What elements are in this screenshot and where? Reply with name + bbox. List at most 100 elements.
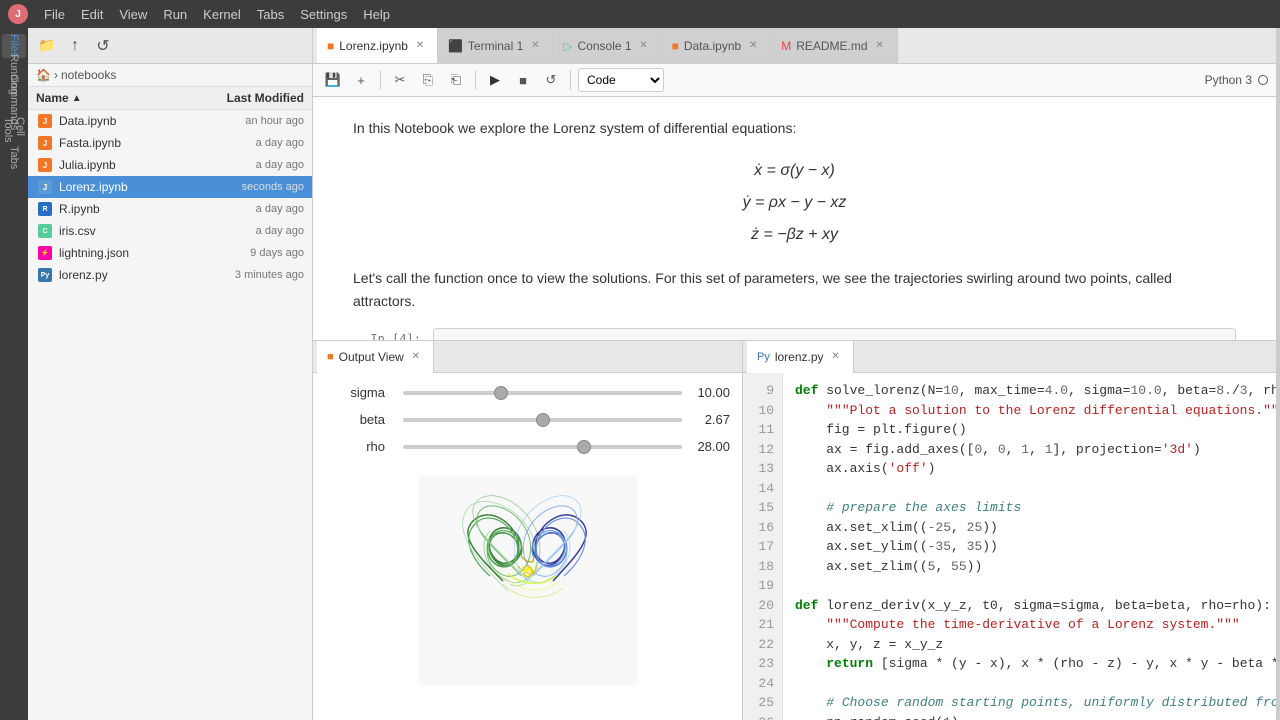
tab-output-view[interactable]: ■ Output View ✕ (317, 341, 434, 373)
file-name: lorenz.py (59, 268, 194, 282)
tab-close-console[interactable]: ✕ (637, 39, 651, 53)
file-modified: a day ago (194, 159, 304, 171)
menu-file[interactable]: File (36, 5, 73, 24)
tab-label: Console 1 (578, 39, 632, 53)
line-num-26: 26 (743, 713, 782, 720)
line-num-15: 15 (743, 498, 782, 518)
rho-value: 28.00 (690, 439, 730, 454)
output-tab-bar: ■ Output View ✕ (313, 341, 742, 373)
math-equations: ẋ = σ(y − x) ẏ = ρx − y − xz ż = −βz + x… (353, 155, 1236, 251)
code-line-23: return [sigma * (y - x), x * (rho - z) -… (795, 654, 1264, 674)
sigma-slider-row: sigma 10.00 (325, 385, 730, 400)
file-item-data-ipynb[interactable]: J Data.ipynb an hour ago (28, 110, 312, 132)
line-num-25: 25 (743, 693, 782, 713)
file-item-julia-ipynb[interactable]: J Julia.ipynb a day ago (28, 154, 312, 176)
cell-code[interactable]: from lorenz import solve_lorenz t, x_t =… (434, 329, 1235, 340)
breadcrumb-folder[interactable]: notebooks (61, 68, 116, 82)
sort-name-button[interactable]: Name ▲ (36, 91, 184, 105)
line-num-14: 14 (743, 479, 782, 499)
refresh-button[interactable]: ↺ (92, 35, 114, 57)
tab-close-lorenz[interactable]: ✕ (413, 39, 427, 53)
cell-type-select[interactable]: Code Markdown Raw (578, 68, 664, 92)
file-item-lightning-json[interactable]: ⚡ lightning.json 9 days ago (28, 242, 312, 264)
line-num-16: 16 (743, 518, 782, 538)
file-name: Julia.ipynb (59, 158, 194, 172)
home-icon[interactable]: 🏠 (36, 68, 51, 82)
code-line-12: ax = fig.add_axes([0, 0, 1, 1], projecti… (795, 440, 1264, 460)
code-editor-lines[interactable]: def solve_lorenz(N=10, max_time=4.0, sig… (783, 373, 1276, 720)
lorenz-svg (418, 476, 638, 686)
tab-lorenz-py[interactable]: Py lorenz.py ✕ (747, 341, 854, 373)
tab-close-readme[interactable]: ✕ (873, 39, 887, 53)
beta-thumb[interactable] (536, 413, 550, 427)
line-num-20: 20 (743, 596, 782, 616)
sidebar-item-tabs[interactable]: Tabs (2, 146, 26, 170)
save-button[interactable]: 💾 (321, 68, 345, 92)
menu-settings[interactable]: Settings (292, 5, 355, 24)
rho-thumb[interactable] (577, 440, 591, 454)
tab-console[interactable]: ▷ Console 1 ✕ (553, 28, 661, 64)
menu-kernel[interactable]: Kernel (195, 5, 249, 24)
file-item-lorenz-ipynb[interactable]: J Lorenz.ipynb seconds ago (28, 176, 312, 198)
tab-close-data[interactable]: ✕ (746, 39, 760, 53)
content-area: ■ Lorenz.ipynb ✕ ⬛ Terminal 1 ✕ ▷ Consol… (313, 28, 1276, 720)
sidebar-item-commands[interactable]: Commands (2, 90, 26, 114)
editor-content: 9 10 11 12 13 14 15 16 17 18 19 20 (743, 373, 1276, 720)
toolbar-separator-2 (475, 70, 476, 90)
tab-bar: ■ Lorenz.ipynb ✕ ⬛ Terminal 1 ✕ ▷ Consol… (313, 28, 1276, 64)
output-panel-content: sigma 10.00 beta 2.67 (313, 373, 742, 720)
notebook-scroll-area[interactable]: In this Notebook we explore the Lorenz s… (313, 97, 1276, 340)
code-line-13: ax.axis('off') (795, 459, 1264, 479)
line-num-9: 9 (743, 381, 782, 401)
app-icon: J (8, 4, 28, 24)
code-line-14 (795, 479, 1264, 499)
intro-text: In this Notebook we explore the Lorenz s… (353, 117, 1236, 139)
sigma-thumb[interactable] (494, 386, 508, 400)
toolbar-separator (380, 70, 381, 90)
file-modified: an hour ago (194, 115, 304, 127)
stop-button[interactable]: ■ (511, 68, 535, 92)
tab-readme-md[interactable]: M README.md ✕ (771, 28, 897, 64)
notebook-content: In this Notebook we explore the Lorenz s… (313, 97, 1276, 340)
file-item-lorenz-py[interactable]: Py lorenz.py 3 minutes ago (28, 264, 312, 286)
menu-edit[interactable]: Edit (73, 5, 111, 24)
upload-button[interactable]: ↑ (64, 35, 86, 57)
file-icon-py: Py (36, 267, 54, 283)
code-line-20: def lorenz_deriv(x_y_z, t0, sigma=sigma,… (795, 596, 1264, 616)
cut-button[interactable]: ✂ (388, 68, 412, 92)
menu-tabs[interactable]: Tabs (249, 5, 292, 24)
tab-close-terminal[interactable]: ✕ (528, 39, 542, 53)
file-browser: 📁 ↑ ↺ 🏠 › notebooks Name ▲ Last Modified… (28, 28, 313, 720)
menu-view[interactable]: View (111, 5, 155, 24)
menu-help[interactable]: Help (355, 5, 398, 24)
sidebar-item-celltools[interactable]: Cell Tools (2, 118, 26, 142)
tab-data-ipynb[interactable]: ■ Data.ipynb ✕ (662, 28, 772, 64)
code-line-10: """Plot a solution to the Lorenz differe… (795, 401, 1264, 421)
cell-input[interactable]: from lorenz import solve_lorenz t, x_t =… (433, 328, 1236, 340)
kernel-indicator (1258, 75, 1268, 85)
menu-run[interactable]: Run (155, 5, 195, 24)
sigma-value: 10.00 (690, 385, 730, 400)
file-item-fasta-ipynb[interactable]: J Fasta.ipynb a day ago (28, 132, 312, 154)
column-header-modified: Last Modified (184, 91, 304, 105)
run-button[interactable]: ▶ (483, 68, 507, 92)
restart-button[interactable]: ↺ (539, 68, 563, 92)
code-tab-close[interactable]: ✕ (829, 350, 843, 364)
tab-lorenz-ipynb[interactable]: ■ Lorenz.ipynb ✕ (317, 28, 438, 64)
math-eq-2: ẏ = ρx − y − xz (353, 187, 1236, 219)
tab-terminal[interactable]: ⬛ Terminal 1 ✕ (438, 28, 553, 64)
left-sidebar: Files Running Commands Cell Tools Tabs (0, 28, 28, 720)
code-line-21: """Compute the time-derivative of a Lore… (795, 615, 1264, 635)
beta-track (403, 418, 682, 422)
paste-button[interactable]: ⎗ (444, 68, 468, 92)
file-modified: 3 minutes ago (194, 269, 304, 281)
file-item-r-ipynb[interactable]: R R.ipynb a day ago (28, 198, 312, 220)
copy-button[interactable]: ⎘ (416, 68, 440, 92)
new-folder-button[interactable]: 📁 (36, 35, 58, 57)
file-icon-ipynb: R (36, 201, 54, 217)
file-name: R.ipynb (59, 202, 194, 216)
file-icon-ipynb: J (36, 113, 54, 129)
file-item-iris-csv[interactable]: C iris.csv a day ago (28, 220, 312, 242)
add-cell-button[interactable]: + (349, 68, 373, 92)
output-tab-close[interactable]: ✕ (409, 350, 423, 364)
